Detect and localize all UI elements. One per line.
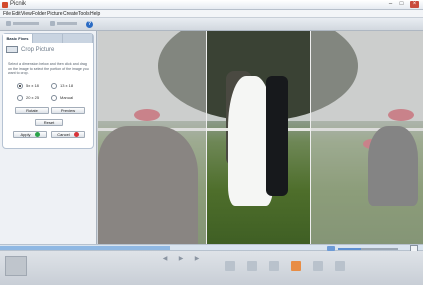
reset-button[interactable]: Reset [35,119,63,126]
play-icon[interactable]: ▶ [176,254,186,264]
status-strip [0,244,423,252]
tool-button-5[interactable] [310,261,326,281]
thumbnail-preview[interactable] [5,256,27,276]
minimize-button[interactable]: – [386,1,395,8]
option-5x18[interactable]: 5x x 18 [17,82,39,89]
crop-panel: Basic Fixes Crop Picture Select a dimens… [2,33,94,149]
panel-tabs: Basic Fixes [3,34,93,43]
menu-file[interactable]: File [3,11,11,17]
radio-button[interactable] [51,82,57,89]
menu-folder[interactable]: Folder [32,11,46,17]
previous-icon[interactable]: ◀ [160,254,170,264]
tool-button-6[interactable] [332,261,348,281]
cancel-icon [73,132,79,138]
close-button[interactable]: × [410,1,419,8]
radio-button[interactable] [51,94,57,101]
bottom-bar: ◀ ▶ ▶ [0,251,423,285]
menu-bar: File Edit View Folder Picture Create Too… [0,10,423,18]
menu-view[interactable]: View [21,11,32,17]
cancel-button[interactable]: Cancel [51,131,85,138]
radio-button[interactable] [17,94,23,101]
zoom-slider[interactable] [338,248,398,250]
rotate-button[interactable]: Rotate [15,107,49,114]
toolbar-icon [50,21,55,27]
apply-button[interactable]: Apply [13,131,47,138]
menu-edit[interactable]: Edit [12,11,21,17]
window-title: Picnik [10,1,27,7]
tab-2[interactable] [33,34,63,43]
app-icon [2,2,8,8]
tool-button-1[interactable] [222,261,238,281]
maximize-button[interactable]: □ [397,1,406,8]
menu-picture[interactable]: Picture [47,11,63,17]
toolbar-icon [6,21,11,27]
preview-button[interactable]: Preview [51,107,85,114]
tool-button-3[interactable] [266,261,282,281]
toolbar-button-1[interactable] [6,21,39,27]
tab-basic-fixes[interactable]: Basic Fixes [3,34,33,43]
panel-heading: Crop Picture [6,46,86,54]
menu-create[interactable]: Create [63,11,78,17]
image-canvas[interactable] [98,31,423,244]
check-icon [34,132,40,138]
toolbar-button-2[interactable] [50,21,77,27]
crop-selection[interactable] [206,31,311,244]
task-pane: Basic Fixes Crop Picture Select a dimens… [0,31,97,244]
tab-3[interactable] [63,34,93,43]
crop-icon [6,46,18,53]
option-manual[interactable]: Manual [51,94,73,101]
crop-mask-left [98,31,206,244]
toolbar: ? [0,18,423,47]
menu-help[interactable]: Help [90,11,100,17]
title-bar: Picnik – □ × [0,0,423,10]
next-icon[interactable]: ▶ [192,254,202,264]
radio-button[interactable] [17,82,23,89]
crop-mask-right [311,31,423,244]
option-20x25[interactable]: 20 x 25 [17,94,39,101]
tool-button-4[interactable] [288,261,304,281]
menu-tools[interactable]: Tools [78,11,90,17]
option-13x18[interactable]: 13 x 18 [51,82,73,89]
panel-description: Select a dimension below and then click … [8,62,89,75]
help-icon[interactable]: ? [86,21,93,28]
panel-title: Crop Picture [21,47,55,53]
tool-button-2[interactable] [244,261,260,281]
